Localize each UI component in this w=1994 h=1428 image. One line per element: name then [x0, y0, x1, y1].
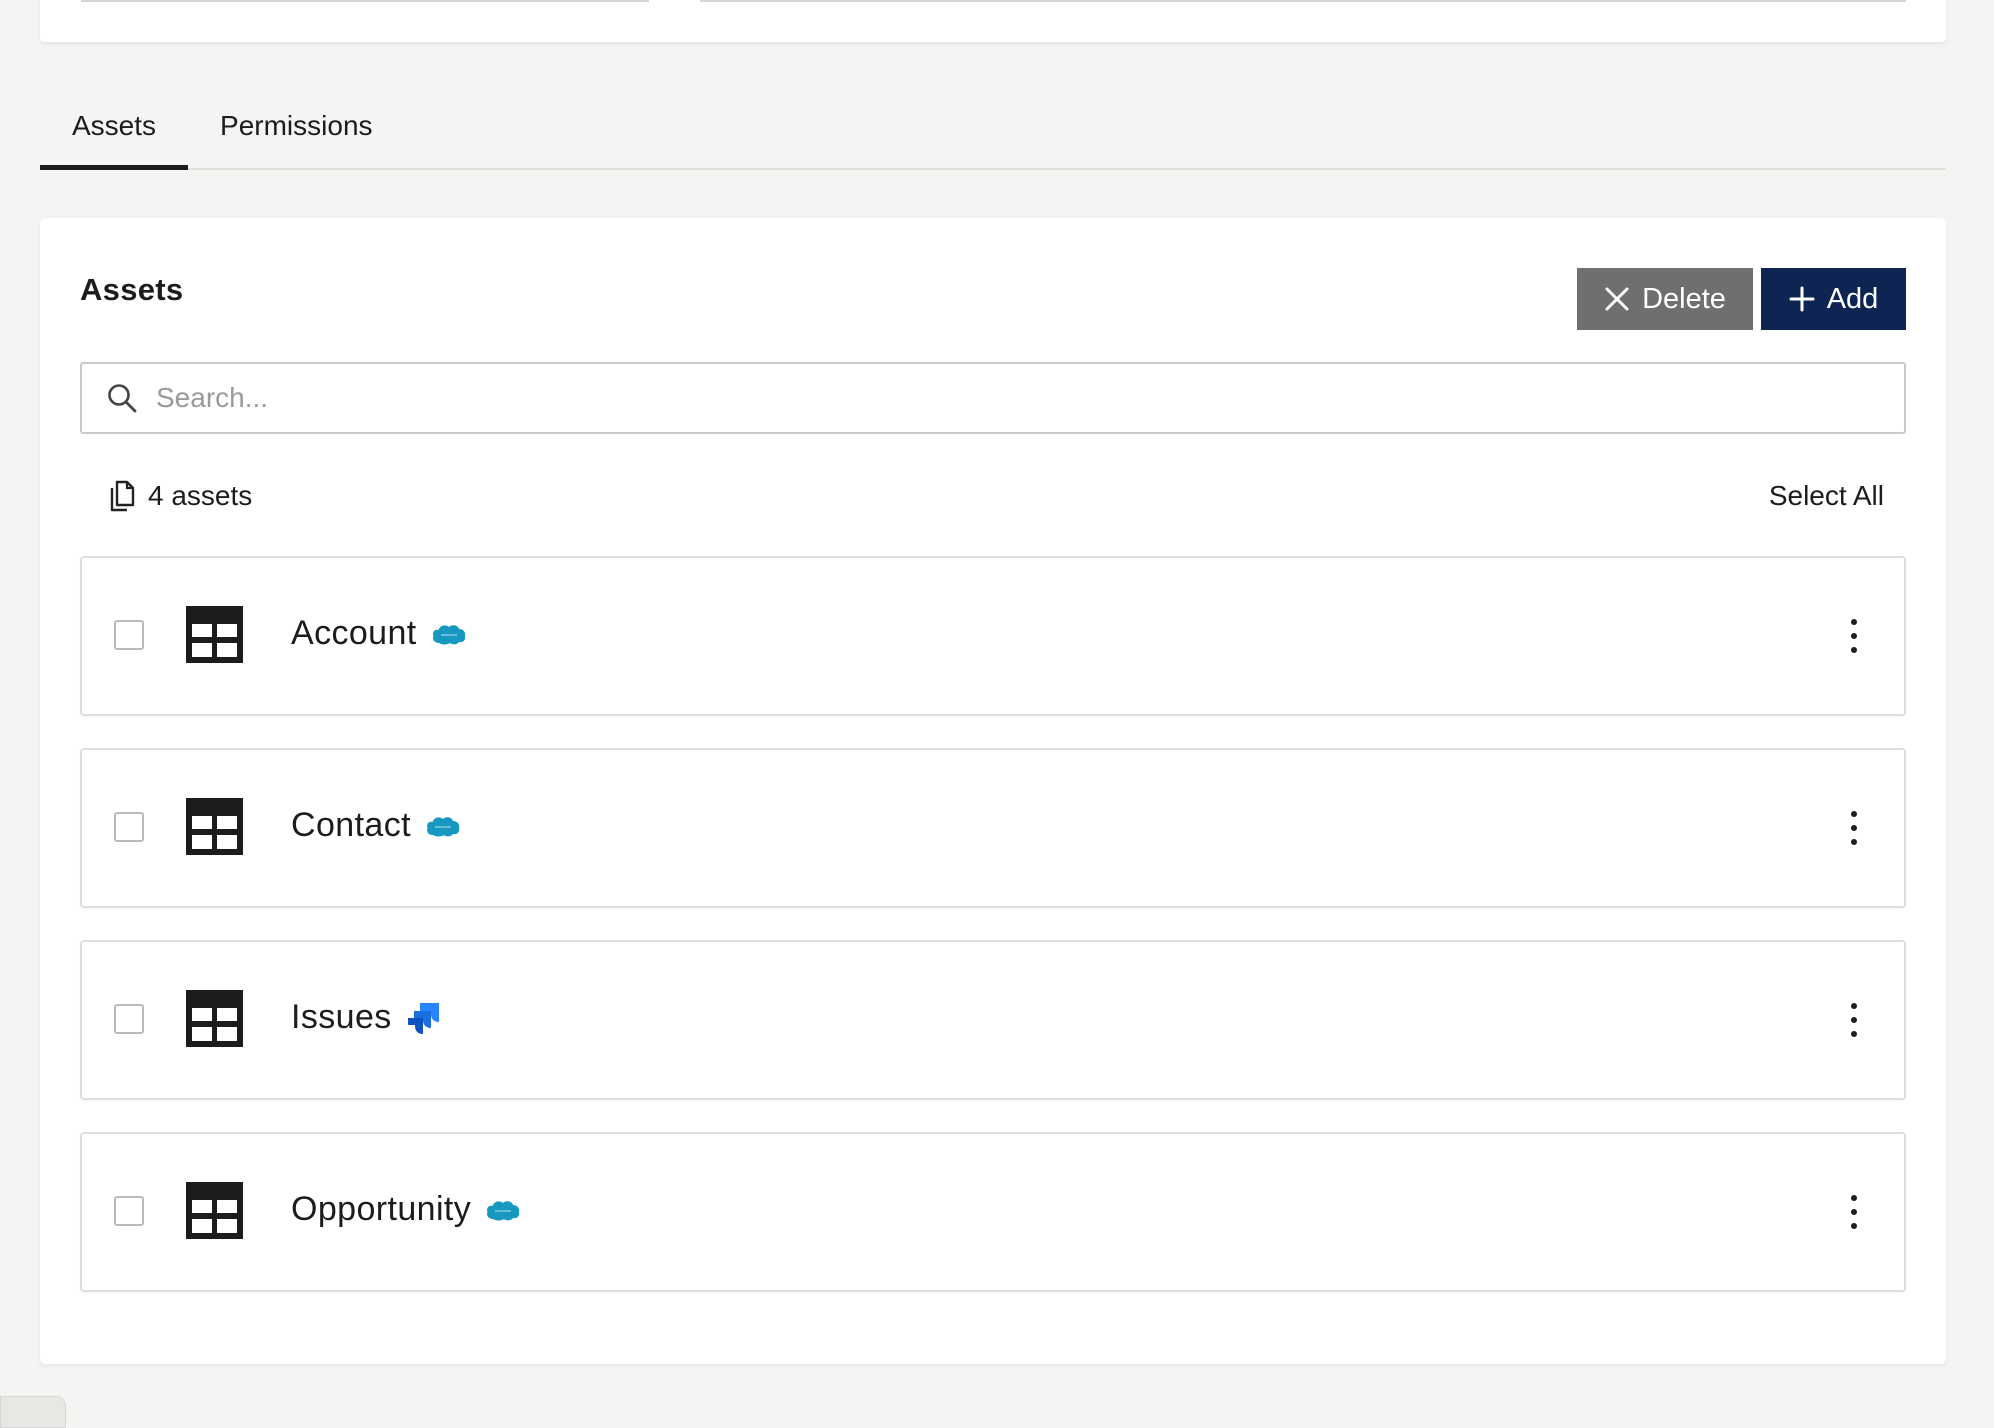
delete-button[interactable]: Delete — [1577, 268, 1753, 330]
asset-name-text: Contact — [291, 806, 411, 844]
more-options-icon[interactable] — [1844, 614, 1864, 658]
asset-row-issues[interactable]: Issues — [80, 940, 1906, 1100]
asset-count-label: 4 assets — [148, 480, 253, 511]
add-button[interactable]: Add — [1761, 268, 1906, 330]
delete-button-label: Delete — [1642, 282, 1726, 315]
table-icon — [186, 1182, 243, 1239]
assets-card: Assets Delete Add 4 assets Select All — [40, 218, 1946, 1364]
tab-bar: Assets Permissions — [40, 96, 1946, 170]
asset-name-text: Opportunity — [291, 1190, 472, 1228]
search-box — [80, 362, 1906, 434]
asset-name[interactable]: Contact — [291, 806, 461, 845]
asset-checkbox[interactable] — [114, 812, 144, 842]
more-options-icon[interactable] — [1844, 998, 1864, 1042]
tab-assets[interactable]: Assets — [40, 96, 189, 170]
search-icon — [108, 384, 137, 413]
add-button-label: Add — [1826, 282, 1879, 315]
salesforce-icon — [426, 816, 460, 836]
copy-document-icon — [110, 480, 135, 512]
table-icon — [186, 606, 243, 663]
salesforce-icon — [432, 624, 465, 644]
asset-checkbox[interactable] — [114, 620, 144, 650]
search-input[interactable] — [154, 367, 1904, 429]
asset-name-text: Issues — [291, 998, 392, 1036]
tab-permissions[interactable]: Permissions — [188, 96, 404, 168]
jira-icon — [407, 1002, 439, 1034]
more-options-icon[interactable] — [1844, 806, 1864, 850]
field-underline — [700, 0, 1906, 2]
plus-icon — [1789, 286, 1815, 312]
asset-name[interactable]: Opportunity — [291, 1190, 521, 1229]
asset-row-opportunity[interactable]: Opportunity — [80, 1132, 1906, 1292]
asset-row-contact[interactable]: Contact — [80, 748, 1906, 908]
table-icon — [186, 798, 243, 855]
asset-row-account[interactable]: Account — [80, 556, 1906, 716]
asset-checkbox[interactable] — [114, 1196, 144, 1226]
asset-count: 4 assets — [108, 480, 252, 512]
asset-name-text: Account — [291, 614, 417, 652]
asset-checkbox[interactable] — [114, 1004, 144, 1034]
close-icon — [1605, 287, 1629, 311]
table-icon — [186, 990, 243, 1047]
corner-tab — [0, 1396, 66, 1428]
more-options-icon[interactable] — [1844, 1190, 1864, 1234]
salesforce-icon — [487, 1200, 520, 1220]
asset-name[interactable]: Account — [291, 614, 467, 653]
top-card — [40, 0, 1946, 42]
field-underline — [81, 0, 649, 2]
select-all-link[interactable]: Select All — [1769, 480, 1884, 512]
card-title: Assets — [80, 272, 184, 307]
asset-name[interactable]: Issues — [291, 998, 442, 1037]
